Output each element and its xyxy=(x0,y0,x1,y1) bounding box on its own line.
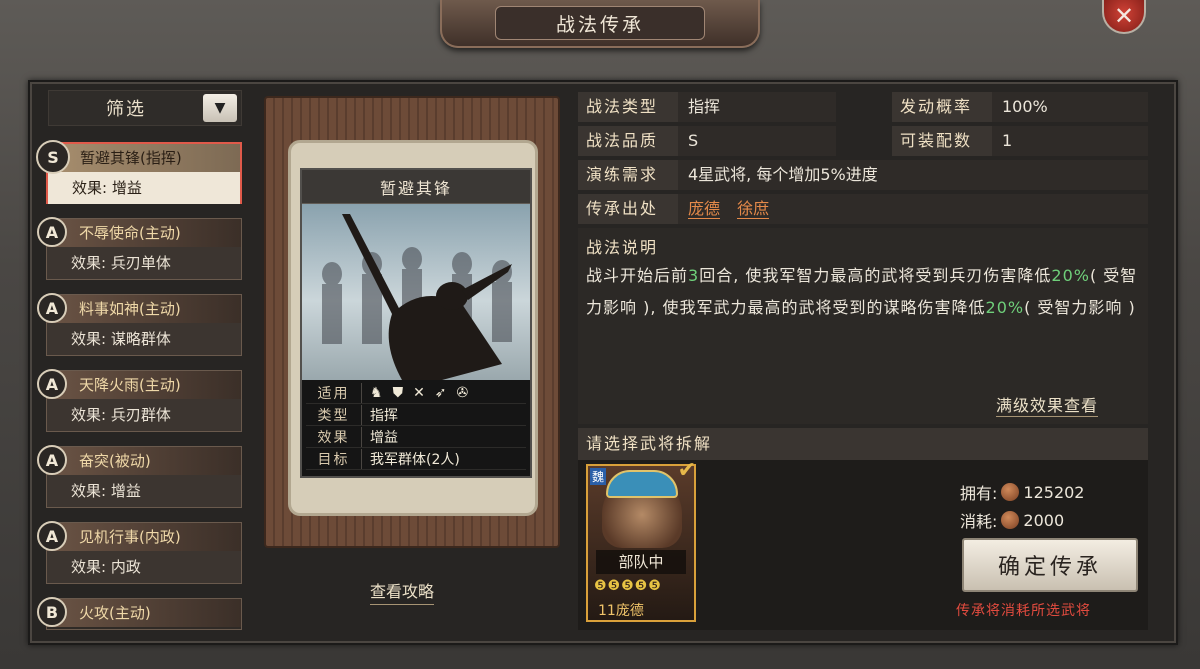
skill-effect: 效果: 增益 xyxy=(47,475,241,507)
skill-list-item[interactable]: A 奋突(被动) 效果: 增益 xyxy=(37,445,242,508)
filter-label: 筛选 xyxy=(106,99,146,120)
card-row-value: 我军群体(2人) xyxy=(370,451,460,468)
skill-effect: 效果: 内政 xyxy=(47,551,241,583)
star-rating: ❺❺❺❺❺ xyxy=(594,578,662,594)
troop-icons: ♞ ⛊ ✕ ➶ ✇ xyxy=(362,385,468,401)
copper-coin-icon xyxy=(1001,511,1020,529)
source-general-link[interactable]: 徐庶 xyxy=(737,199,770,219)
skill-list-item[interactable]: A 不辱使命(主动) 效果: 兵刃单体 xyxy=(37,217,242,280)
card-row-type: 类型 指挥 xyxy=(306,404,526,426)
card-row-key: 类型 xyxy=(306,404,362,425)
troop-label: 部队中 xyxy=(596,550,686,574)
skill-effect: 效果: 增益 xyxy=(48,172,240,204)
skill-name: 见机行事(内政) xyxy=(47,523,241,551)
grade-badge: A xyxy=(37,293,67,323)
info-value: 指挥 xyxy=(678,92,836,122)
horse-icon: ♞ xyxy=(370,384,383,401)
skill-effect: 效果: 兵刃群体 xyxy=(47,399,241,431)
skill-name: 料事如神(主动) xyxy=(47,295,241,323)
skill-list-item[interactable]: A 天降火雨(主动) 效果: 兵刃群体 xyxy=(37,369,242,432)
card-row-key: 适用 xyxy=(306,382,362,403)
info-label: 演练需求 xyxy=(578,160,678,190)
card-row-effect: 效果 增益 xyxy=(306,426,526,448)
description-body: 战斗开始后前3回合, 使我军智力最高的武将受到兵刃伤害降低20%( 受智力影响 … xyxy=(586,266,1138,317)
skill-name: 天降火雨(主动) xyxy=(47,371,241,399)
info-row-slots: 可装配数 1 xyxy=(892,126,1148,156)
battle-art xyxy=(322,214,512,380)
close-button[interactable]: ✕ xyxy=(1102,0,1146,34)
skill-name: 暂避其锋(指挥) xyxy=(48,144,240,172)
checkmark-icon: ✔ xyxy=(677,458,696,483)
card-row-value: 指挥 xyxy=(370,407,398,424)
card-title: 暂避其锋 xyxy=(302,170,530,204)
info-row-source: 传承出处 庞德 徐庶 xyxy=(578,194,1148,224)
consume-warning: 传承将消耗所选武将 xyxy=(956,603,1091,619)
grade-badge: A xyxy=(37,445,67,475)
skill-effect: 效果: 谋略群体 xyxy=(47,323,241,355)
confirm-inherit-button[interactable]: 确定传承 xyxy=(962,538,1138,592)
skill-list-item[interactable]: A 见机行事(内政) 效果: 内政 xyxy=(37,521,242,584)
info-row-rate: 发动概率 100% xyxy=(892,92,1148,122)
cost-resource: 消耗: 2000 xyxy=(960,508,1064,532)
cost-value: 2000 xyxy=(1023,510,1065,530)
info-value: 1 xyxy=(992,126,1148,156)
copper-coin-icon xyxy=(1001,483,1020,501)
info-label: 发动概率 xyxy=(892,92,992,122)
skill-list-item[interactable]: B 火攻(主动) xyxy=(37,597,242,630)
skill-list-item-selected[interactable]: S 暂避其锋(指挥) 效果: 增益 xyxy=(36,140,242,204)
grade-badge: A xyxy=(37,521,67,551)
general-name: 11庞德 xyxy=(598,603,644,619)
card-row-applicable: 适用 ♞ ⛊ ✕ ➶ ✇ xyxy=(306,382,526,404)
skill-name: 火攻(主动) xyxy=(47,599,241,627)
general-card[interactable]: 魏 ✔ 部队中 ❺❺❺❺❺ 11庞德 xyxy=(586,458,696,622)
helmet-icon xyxy=(606,470,678,498)
title-plate: 战法传承 xyxy=(440,0,760,48)
page-title: 战法传承 xyxy=(495,6,705,40)
pick-general-title: 请选择武将拆解 xyxy=(578,428,1148,460)
description-title: 战法说明 xyxy=(586,238,659,257)
card-row-target: 目标 我军群体(2人) xyxy=(306,448,526,470)
crossed-bows-icon: ✕ xyxy=(413,384,425,401)
shield-icon: ⛊ xyxy=(392,384,404,401)
owned-value: 125202 xyxy=(1023,482,1085,502)
info-value: 4星武将, 每个增加5%进度 xyxy=(678,160,1148,190)
spear-icon: ➶ xyxy=(434,384,447,401)
grade-badge: S xyxy=(36,140,70,174)
grade-badge: B xyxy=(37,597,67,627)
info-label: 战法类型 xyxy=(578,92,678,122)
info-row-drill: 演练需求 4星武将, 每个增加5%进度 xyxy=(578,160,1148,190)
chevron-down-icon[interactable]: ▼ xyxy=(203,94,237,122)
grade-badge: A xyxy=(37,217,67,247)
full-level-effect-link[interactable]: 满级效果查看 xyxy=(996,392,1099,417)
info-value: 100% xyxy=(992,92,1148,122)
info-row-quality: 战法品质 S xyxy=(578,126,836,156)
info-label: 可装配数 xyxy=(892,126,992,156)
skill-artwork xyxy=(302,204,530,380)
info-label: 传承出处 xyxy=(578,194,678,224)
owned-resource: 拥有: 125202 xyxy=(960,480,1084,504)
filter-bar[interactable]: 筛选 ▼ xyxy=(48,90,242,126)
skill-name: 奋突(被动) xyxy=(47,447,241,475)
card-row-value: 增益 xyxy=(370,429,398,446)
owned-label: 拥有: xyxy=(960,484,998,503)
source-general-link[interactable]: 庞德 xyxy=(688,199,721,219)
wheel-icon: ✇ xyxy=(456,384,469,401)
skill-name: 不辱使命(主动) xyxy=(47,219,241,247)
skill-list-item[interactable]: A 料事如神(主动) 效果: 谋略群体 xyxy=(37,293,242,356)
card-row-key: 目标 xyxy=(306,448,362,469)
grade-badge: A xyxy=(37,369,67,399)
info-row-type: 战法类型 指挥 xyxy=(578,92,836,122)
cost-label: 消耗: xyxy=(960,512,998,531)
faction-badge: 魏 xyxy=(590,468,607,485)
skill-effect: 效果: 兵刃单体 xyxy=(47,247,241,279)
view-guide-link[interactable]: 查看攻略 xyxy=(370,578,435,605)
info-value: 庞德 徐庶 xyxy=(678,194,1148,224)
skill-card: 暂避其锋 适用 ♞ ⛊ ✕ ➶ ✇ 类型 指挥 效果 增益 目标 我军群体(2人… xyxy=(300,168,532,478)
info-label: 战法品质 xyxy=(578,126,678,156)
info-value: S xyxy=(678,126,836,156)
card-row-key: 效果 xyxy=(306,426,362,447)
